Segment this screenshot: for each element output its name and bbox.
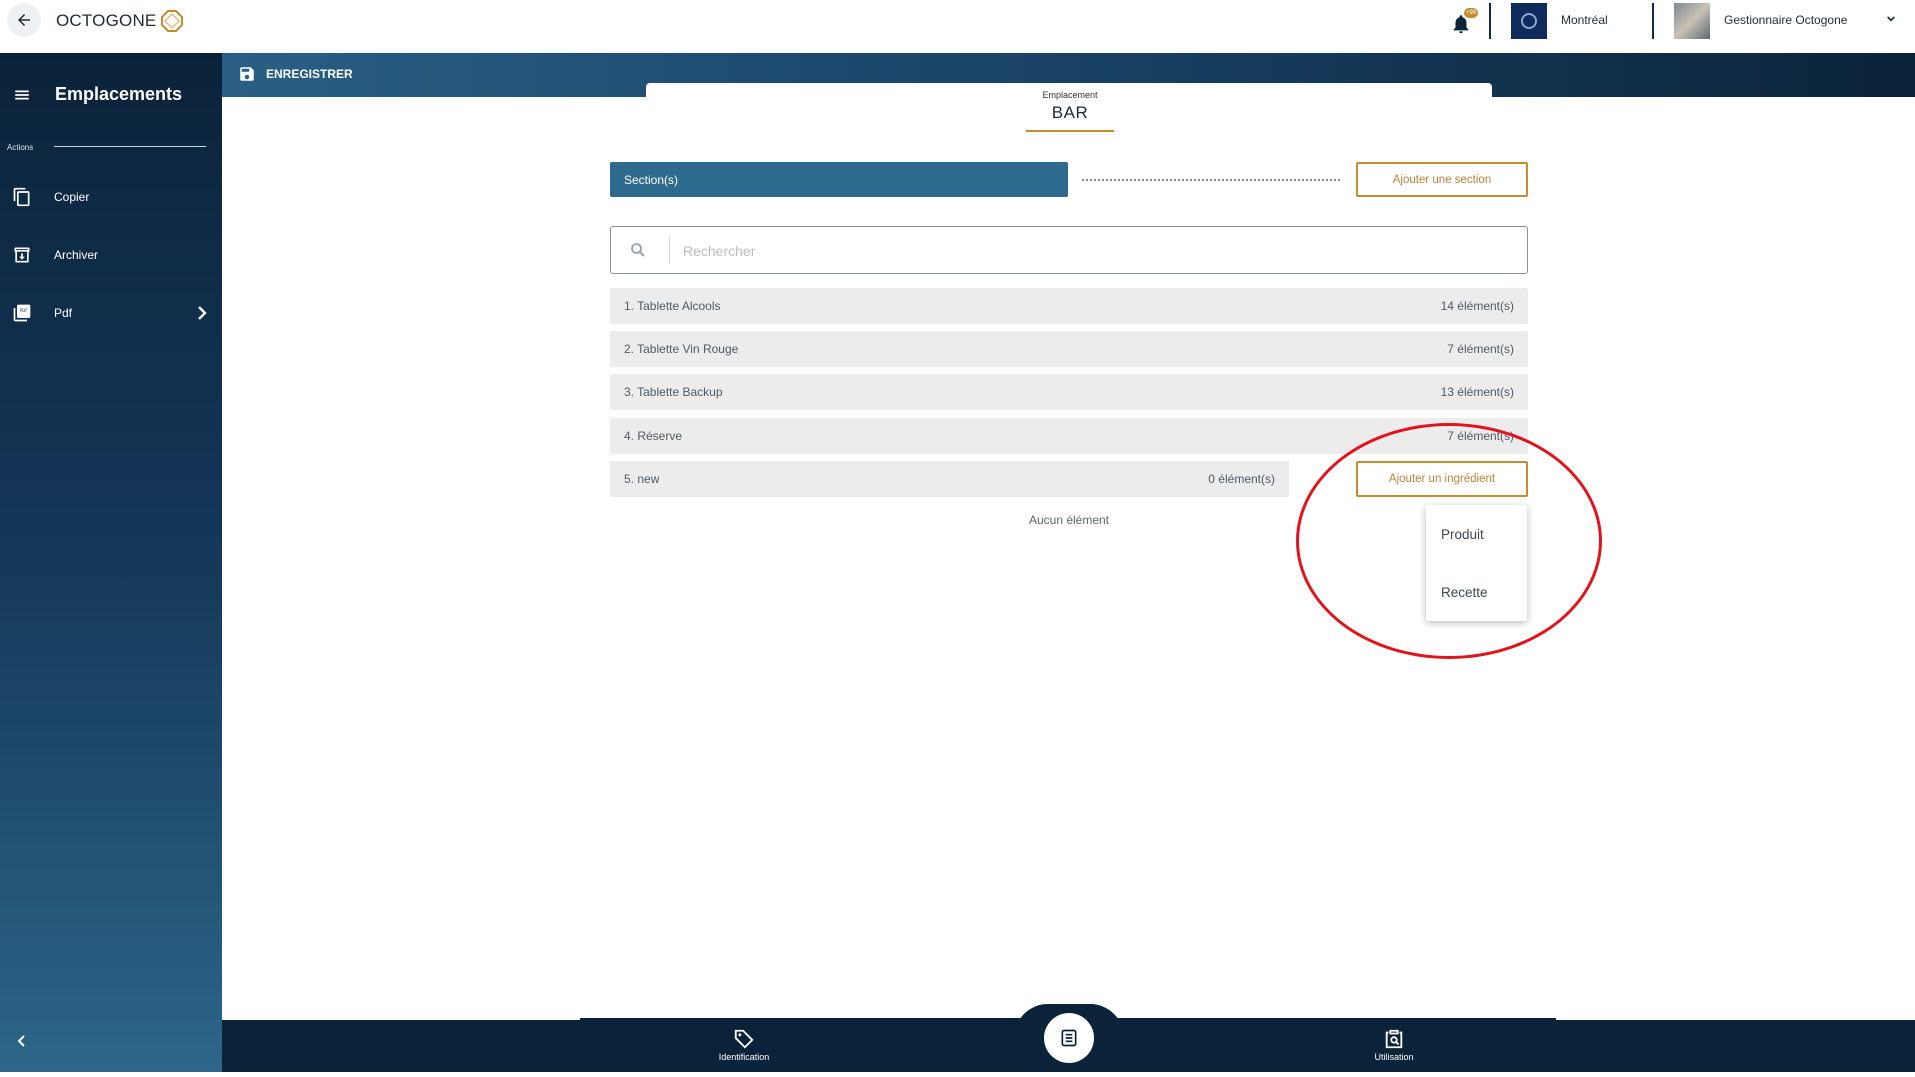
save-label: ENREGISTRER: [266, 67, 353, 81]
sections-tab[interactable]: Section(s): [610, 162, 1068, 197]
notification-badge: +99: [1463, 8, 1478, 18]
section-count: 7 élément(s): [1447, 429, 1514, 443]
section-name: 3. Tablette Backup: [624, 385, 723, 399]
section-name: 5. new: [624, 472, 660, 486]
section-count: 0 élément(s): [1208, 472, 1275, 486]
empty-state-text: Aucun élément: [1028, 513, 1110, 527]
tag-icon: [734, 1029, 754, 1049]
divider: [1652, 3, 1654, 39]
octogone-logo: OCTOGONE: [56, 9, 184, 33]
save-icon: [240, 67, 254, 81]
section-row[interactable]: 3. Tablette Backup 13 élément(s): [610, 374, 1528, 410]
divider: [1489, 3, 1491, 39]
search-input[interactable]: [683, 237, 1503, 265]
nav-utilisation-label: Utilisation: [1374, 1052, 1414, 1062]
app-window: OCTOGONE +99 Montréal Gestionnaire Octog…: [0, 0, 1915, 1077]
section-row[interactable]: 1. Tablette Alcools 14 élément(s): [610, 288, 1528, 324]
sidebar-item-pdf[interactable]: PDF Pdf: [0, 293, 222, 333]
sidebar-item-archiver[interactable]: Archiver: [0, 235, 222, 275]
sidebar-title: Emplacements: [55, 84, 183, 104]
search-separator: [669, 236, 670, 264]
search-box: [610, 226, 1528, 274]
nav-identification-label: Identification: [718, 1052, 770, 1062]
section-count: 13 élément(s): [1440, 385, 1514, 399]
sidebar-item-label: Pdf: [54, 306, 73, 320]
section-name: 2. Tablette Vin Rouge: [624, 342, 739, 356]
add-section-button[interactable]: Ajouter une section: [1356, 162, 1528, 197]
location-emblem-icon: [1521, 13, 1537, 29]
sections-tab-label: Section(s): [624, 172, 679, 187]
copy-icon: [13, 187, 30, 207]
section-row-selected[interactable]: 5. new 0 élément(s): [610, 461, 1289, 497]
section-row[interactable]: 2. Tablette Vin Rouge 7 élément(s): [610, 331, 1528, 367]
chevron-right-icon: [198, 306, 207, 320]
section-row[interactable]: 4. Réserve 7 élément(s): [610, 418, 1528, 454]
svg-text:PDF: PDF: [20, 308, 29, 313]
arrow-left-icon: [18, 14, 30, 26]
location-selector[interactable]: Montréal: [1561, 13, 1608, 27]
section-name: 1. Tablette Alcools: [624, 299, 721, 313]
pdf-icon: PDF: [13, 304, 31, 322]
location-label: Emplacement: [1042, 90, 1098, 100]
user-menu[interactable]: Gestionnaire Octogone: [1724, 13, 1847, 27]
archive-icon: [14, 247, 30, 263]
dropdown-option-produit[interactable]: Produit: [1441, 527, 1484, 542]
center-nav-button[interactable]: [1044, 1013, 1094, 1063]
sidebar-item-copier[interactable]: Copier: [0, 177, 222, 217]
user-avatar[interactable]: [1674, 3, 1710, 39]
chevron-down-icon[interactable]: [1883, 11, 1899, 27]
clipboard-search-icon: [1385, 1029, 1403, 1049]
section-name: 4. Réserve: [624, 429, 683, 443]
section-count: 7 élément(s): [1447, 342, 1514, 356]
octagon-logo-icon: [161, 10, 184, 32]
notifications-button[interactable]: +99: [1450, 8, 1478, 34]
dropdown-option-recette[interactable]: Recette: [1441, 585, 1488, 600]
top-bar: OCTOGONE +99 Montréal Gestionnaire Octog…: [0, 0, 1915, 53]
title-underline: [1026, 130, 1114, 132]
sidebar-item-label: Archiver: [54, 248, 99, 262]
collapse-sidebar-icon[interactable]: [14, 1033, 30, 1049]
location-title: BAR: [1051, 103, 1089, 122]
nav-identification[interactable]: Identification: [699, 1028, 789, 1062]
location-image[interactable]: [1511, 3, 1547, 39]
dotted-divider: [1082, 179, 1340, 181]
search-icon: [631, 243, 645, 257]
sidebar-item-label: Copier: [54, 190, 90, 204]
logo-text: OCTOGONE: [56, 11, 157, 30]
section-count: 14 élément(s): [1440, 299, 1514, 313]
ingredient-type-dropdown: Produit Recette: [1426, 505, 1527, 621]
actions-label: Actions: [7, 143, 34, 152]
divider: [54, 146, 206, 147]
add-ingredient-button[interactable]: Ajouter un ingrédient: [1356, 461, 1528, 497]
list-icon: [1061, 1029, 1077, 1047]
sidebar-header: Emplacements: [13, 84, 182, 105]
menu-icon[interactable]: [13, 86, 31, 104]
save-button[interactable]: ENREGISTRER: [238, 65, 353, 83]
sidebar: Emplacements Actions Copier Archiver PDF…: [0, 53, 222, 1072]
back-button[interactable]: [7, 3, 41, 37]
nav-utilisation[interactable]: Utilisation: [1349, 1028, 1439, 1062]
